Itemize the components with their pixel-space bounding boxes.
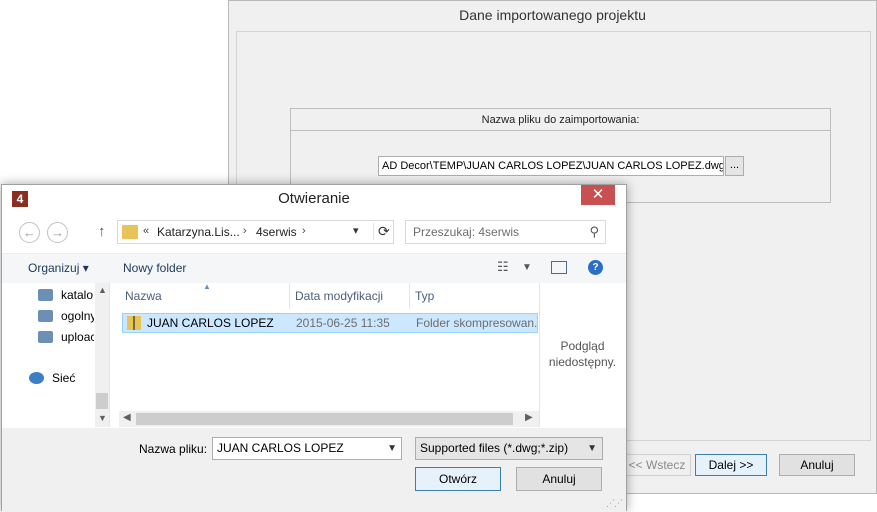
back-button[interactable]: << Wstecz <box>623 454 691 476</box>
chevron-down-icon[interactable]: ▼ <box>387 438 397 459</box>
column-divider[interactable] <box>409 283 410 309</box>
cancel-button[interactable]: Anuluj <box>516 467 602 491</box>
breadcrumb-chevron-icon[interactable]: › <box>243 225 247 237</box>
chevron-down-icon[interactable]: ▼ <box>587 438 597 459</box>
up-arrow-icon[interactable]: ↑ <box>98 223 106 240</box>
view-options-icon[interactable]: ☷ <box>497 259 509 275</box>
sort-ascending-icon: ▲ <box>203 282 211 291</box>
nav-item-katalog[interactable]: katalo <box>38 288 94 302</box>
preview-pane-icon[interactable] <box>551 261 567 274</box>
open-file-dialog: 4 Otwieranie ✕ ← → ↑ « Katarzyna.Lis... … <box>1 184 627 512</box>
folder-icon <box>122 225 138 239</box>
dialog-titlebar: 4 Otwieranie ✕ <box>2 185 626 213</box>
column-divider[interactable] <box>289 283 290 309</box>
nav-item-network[interactable]: Sieć <box>29 371 85 385</box>
zip-folder-icon <box>127 316 141 330</box>
scroll-right-icon[interactable]: ▶ <box>525 412 533 423</box>
wizard-title: Dane importowanego projektu <box>459 7 646 23</box>
filename-value: JUAN CARLOS LOPEZ <box>217 441 344 455</box>
column-header-type[interactable]: Typ <box>415 289 434 303</box>
help-icon[interactable]: ? <box>588 260 603 275</box>
navigation-bar: ← → ↑ « Katarzyna.Lis... › 4serwis › ▾ ⟳… <box>2 217 626 247</box>
breadcrumb-segment[interactable]: 4serwis <box>256 225 297 239</box>
breadcrumb-chevron-icon[interactable]: › <box>302 225 306 237</box>
search-placeholder: Przeszukaj: 4serwis <box>413 225 520 239</box>
preview-text: niedostępny. <box>548 355 617 369</box>
scroll-down-icon[interactable]: ▼ <box>98 413 107 423</box>
network-icon <box>29 372 44 384</box>
scroll-thumb[interactable] <box>96 393 108 409</box>
address-bar[interactable]: « Katarzyna.Lis... › 4serwis › ▾ ⟳ <box>117 220 394 244</box>
back-arrow-icon[interactable]: ← <box>19 222 40 243</box>
network-drive-icon <box>38 289 53 301</box>
file-type: Folder skompresowan... <box>416 316 538 330</box>
breadcrumb-segment[interactable]: Katarzyna.Lis... <box>157 225 240 239</box>
new-folder-button[interactable]: Nowy folder <box>123 261 186 275</box>
horizontal-scrollbar[interactable]: ◀ ▶ <box>119 411 539 427</box>
scroll-left-icon[interactable]: ◀ <box>123 412 131 423</box>
preview-pane: Podgląd niedostępny. <box>539 283 625 427</box>
search-icon: ⚲ <box>589 224 599 239</box>
forward-arrow-icon[interactable]: → <box>47 222 68 243</box>
preview-text: Podgląd <box>560 339 605 353</box>
address-dropdown-icon[interactable]: ▾ <box>353 224 359 237</box>
nav-scrollbar[interactable]: ▲ ▼ <box>95 283 109 427</box>
network-drive-icon <box>38 310 53 322</box>
resize-grip-icon[interactable]: ⋰⋰ <box>606 498 623 509</box>
search-input[interactable]: Przeszukaj: 4serwis ⚲ <box>405 220 606 244</box>
refresh-icon[interactable]: ⟳ <box>373 223 390 240</box>
browse-button[interactable]: ... <box>725 156 744 176</box>
file-path-field[interactable]: AD Decor\TEMP\JUAN CARLOS LOPEZ\JUAN CAR… <box>378 156 724 176</box>
file-list: ▲ Nazwa Data modyfikacji Typ JUAN CARLOS… <box>119 282 539 427</box>
horizontal-scroll-thumb[interactable] <box>136 413 513 425</box>
file-row[interactable]: JUAN CARLOS LOPEZ 2015-06-25 11:35 Folde… <box>122 313 538 333</box>
filename-input[interactable]: JUAN CARLOS LOPEZ ▼ <box>212 437 402 460</box>
file-modified: 2015-06-25 11:35 <box>296 316 390 330</box>
file-name: JUAN CARLOS LOPEZ <box>147 316 274 330</box>
breadcrumb-overflow[interactable]: « <box>143 225 149 237</box>
filename-label: Nazwa pliku: <box>139 442 208 456</box>
filetype-value: Supported files (*.dwg;*.zip) <box>420 441 569 455</box>
open-button[interactable]: Otwórz <box>415 467 501 491</box>
dialog-footer: Nazwa pliku: JUAN CARLOS LOPEZ ▼ Support… <box>2 428 626 512</box>
view-dropdown-icon[interactable]: ▼ <box>522 262 532 273</box>
nav-item-ogolny[interactable]: ogolny <box>38 309 94 323</box>
command-toolbar: Organizuj ▾ Nowy folder ☷ ▼ ? <box>2 253 626 283</box>
nav-item-upload[interactable]: uploac <box>38 330 94 344</box>
wizard-cancel-button[interactable]: Anuluj <box>779 454 855 476</box>
column-header-modified[interactable]: Data modyfikacji <box>295 289 383 303</box>
scroll-up-icon[interactable]: ▲ <box>98 285 107 295</box>
organize-menu[interactable]: Organizuj ▾ <box>28 261 89 275</box>
column-header-name[interactable]: Nazwa <box>125 289 162 303</box>
next-button[interactable]: Dalej >> <box>695 454 767 476</box>
navigation-pane: katalo ogolny uploac Sieć ▲ ▼ <box>2 283 110 427</box>
network-drive-icon <box>38 331 53 343</box>
file-to-import-label: Nazwa pliku do zaimportowania: <box>291 109 830 131</box>
filetype-select[interactable]: Supported files (*.dwg;*.zip) ▼ <box>415 437 603 460</box>
dialog-title: Otwieranie <box>278 190 350 207</box>
close-button[interactable]: ✕ <box>581 185 615 205</box>
